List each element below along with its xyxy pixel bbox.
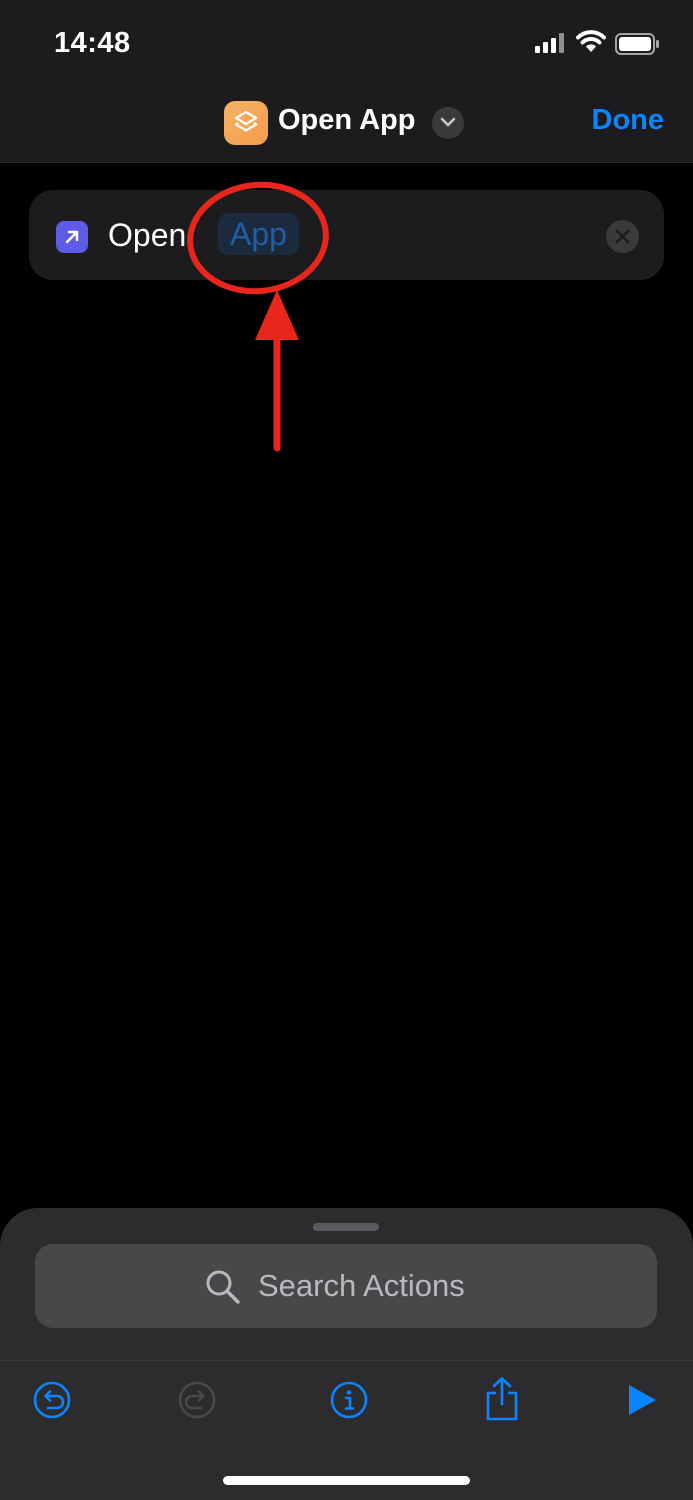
- play-icon[interactable]: [626, 1383, 658, 1417]
- search-placeholder: Search Actions: [258, 1268, 465, 1303]
- action-verb: Open: [108, 217, 187, 253]
- annotation-arrow-head: [255, 290, 299, 340]
- search-icon: [206, 1270, 240, 1304]
- page-title: Open App: [278, 104, 416, 136]
- app-parameter-token[interactable]: App: [218, 213, 299, 255]
- wifi-icon: [576, 30, 606, 52]
- cellular-signal-icon: [535, 33, 564, 53]
- share-icon[interactable]: [484, 1376, 520, 1422]
- search-actions-field[interactable]: Search Actions: [35, 1244, 657, 1328]
- status-time: 14:48: [54, 27, 131, 59]
- home-indicator[interactable]: [223, 1476, 470, 1485]
- shortcut-menu-button[interactable]: [432, 107, 464, 139]
- shortcut-editor-screen: 14:48 Open App Done Open App Search Acti…: [0, 0, 693, 1500]
- battery-icon: [615, 33, 659, 55]
- status-bar: 14:48: [0, 0, 693, 88]
- chevron-down-icon: [440, 117, 456, 127]
- actions-bottom-sheet: Search Actions: [0, 1208, 693, 1500]
- done-button[interactable]: Done: [592, 104, 665, 137]
- info-icon[interactable]: [330, 1381, 368, 1419]
- undo-icon[interactable]: [33, 1381, 71, 1419]
- close-icon: [615, 229, 630, 244]
- shortcuts-stack-icon: [224, 101, 268, 145]
- toolbar-divider: [0, 1360, 693, 1361]
- open-app-action-card[interactable]: Open App: [29, 190, 664, 280]
- nav-bar: Open App Done: [0, 88, 693, 163]
- remove-action-button[interactable]: [606, 220, 639, 253]
- sheet-grabber[interactable]: [313, 1223, 379, 1231]
- arrow-up-right-icon: [56, 221, 88, 253]
- redo-icon[interactable]: [178, 1381, 216, 1419]
